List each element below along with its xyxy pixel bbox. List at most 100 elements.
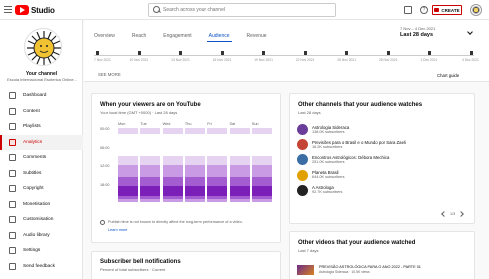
playlists-icon: [9, 123, 16, 131]
tab-revenue[interactable]: Revenue: [247, 33, 267, 39]
heatmap-cell[interactable]: [229, 198, 250, 202]
channel-avatar-icon[interactable]: [297, 184, 308, 196]
heatmap-cell[interactable]: [251, 198, 272, 202]
channel-avatar-icon[interactable]: [297, 154, 308, 166]
timeline-marker[interactable]: [386, 51, 390, 55]
tab-engagement[interactable]: Engagement: [163, 33, 191, 39]
timeline-label: 1 Dec 2021: [420, 58, 438, 62]
chevron-right-icon[interactable]: [458, 211, 465, 217]
sidebar-item-label: Send feedback: [23, 263, 56, 269]
heatmap-day-labels: Mon Tue Wed Thu Fri Sat Sun: [118, 122, 274, 126]
help-icon[interactable]: ?: [420, 6, 428, 14]
timeline-label: 7 Nov 2021: [94, 58, 111, 62]
timeline-marker[interactable]: [470, 51, 473, 55]
timeline-marker[interactable]: [345, 51, 349, 55]
dashboard-icon: [9, 92, 16, 100]
chart-guide-link[interactable]: Chart guide: [437, 73, 459, 78]
sidebar-item-dashboard[interactable]: Dashboard: [0, 88, 83, 104]
heatmap-hour-label: 18:00: [100, 182, 110, 187]
chevron-down-icon[interactable]: [467, 29, 473, 35]
heatmap-day-label: Tue: [140, 122, 147, 126]
publish-note: Publish time is not known to directly af…: [100, 220, 274, 225]
sidebar-item-settings[interactable]: Settings: [0, 243, 83, 259]
heatmap-cell[interactable]: [140, 198, 161, 202]
video-item[interactable]: PREVISÃO ASTROLÓGICA PARA O ANO 2022 - P…: [297, 265, 421, 275]
video-title[interactable]: PREVISÃO ASTROLÓGICA PARA O ANO 2022 - P…: [319, 265, 421, 269]
channel-avatar[interactable]: [24, 28, 62, 66]
timeline-marker[interactable]: [428, 51, 432, 55]
other-channels-list: Astrologia Sideraca 138.0K subscribers Pre…: [297, 122, 469, 198]
channels-pager: 1/3: [438, 211, 467, 217]
comments-icon: [9, 154, 16, 162]
sidebar-item-monetisation[interactable]: Monetisation: [0, 197, 83, 213]
tab-reach[interactable]: Reach: [132, 33, 146, 39]
heatmap-cell[interactable]: [162, 198, 183, 202]
heatmap-column: [207, 128, 228, 202]
sidebar-item-comments[interactable]: Comments: [0, 150, 83, 166]
see-more-link[interactable]: SEE MORE: [98, 72, 121, 77]
sidebar: Your channel Escola Internacional Esoter…: [0, 20, 83, 279]
heatmap-hour-label: 12:00: [100, 164, 110, 168]
create-label: CREATE: [441, 7, 460, 13]
timeline-marker[interactable]: [179, 51, 183, 55]
channel-avatar-icon[interactable]: [297, 139, 308, 151]
copyright-icon: [9, 185, 16, 193]
timeline-marker[interactable]: [262, 51, 266, 55]
sidebar-item-subtitles[interactable]: Subtitles: [0, 166, 83, 182]
heatmap-cell[interactable]: [118, 198, 138, 202]
menu-icon[interactable]: [4, 6, 12, 13]
sidebar-item-label: Content: [23, 108, 40, 114]
chevron-left-icon[interactable]: [441, 211, 447, 217]
sidebar-item-label: Copyright: [23, 186, 44, 192]
timeline-label: 16 Nov 2021: [212, 58, 232, 62]
messages-icon[interactable]: [404, 6, 412, 14]
settings-icon: [9, 247, 16, 255]
sidebar-item-playlists[interactable]: Playlists: [0, 119, 83, 135]
sidebar-item-audio-library[interactable]: Audio library: [0, 228, 83, 244]
channel-list-item[interactable]: A Astrologa 92.7K subscribers: [297, 183, 469, 198]
timeline-marker[interactable]: [220, 51, 224, 55]
date-range-label: Last 28 days: [400, 32, 434, 38]
sidebar-nav: Dashboard Content Playlists Analytics Commen…: [0, 88, 83, 274]
search-input[interactable]: [163, 7, 323, 13]
subtitles-icon: [9, 169, 16, 177]
sidebar-item-copyright[interactable]: Copyright: [0, 181, 83, 197]
when-viewers-subtitle: Your local time (GMT +0000) · Last 28 da…: [100, 110, 178, 115]
video-thumbnail[interactable]: [297, 265, 314, 275]
video-camera-icon: [434, 8, 440, 12]
sidebar-item-customisation[interactable]: Customisation: [0, 212, 83, 228]
channel-list-item[interactable]: Planeta Brasil 644.0K subscribers: [297, 168, 469, 183]
tab-audience[interactable]: Audience: [206, 33, 232, 42]
heatmap-hour-label: 00:00: [100, 127, 110, 131]
timeline-marker[interactable]: [96, 51, 99, 55]
heatmap-cell[interactable]: [184, 198, 205, 202]
search-bar[interactable]: [148, 3, 336, 17]
channel-list-item[interactable]: Encontros Astrológicos: Débora Mechica 25…: [297, 152, 469, 167]
learn-more-link[interactable]: Learn more: [108, 228, 127, 232]
create-button[interactable]: CREATE: [432, 5, 462, 15]
sidebar-item-content[interactable]: Content: [0, 104, 83, 120]
timeline-label: 25 Nov 2021: [337, 58, 357, 62]
channel-avatar-icon[interactable]: [297, 169, 308, 181]
channel-avatar-icon[interactable]: [297, 124, 308, 136]
heatmap-grid: [118, 128, 274, 202]
account-avatar[interactable]: [470, 4, 482, 16]
heatmap-hour-label: 06:00: [100, 145, 110, 150]
analytics-tabs: Overview Reach Engagement Audience Revenue: [94, 33, 284, 42]
timeline-marker[interactable]: [303, 51, 307, 55]
date-range-picker[interactable]: 7 Nov – 4 Dec 2021 Last 28 days: [400, 26, 435, 38]
sidebar-item-send-feedback[interactable]: Send feedback: [0, 259, 83, 275]
studio-logo[interactable]: Studio: [15, 5, 55, 15]
heatmap-cell[interactable]: [207, 198, 228, 202]
heatmap-day-label: Thu: [184, 122, 192, 126]
tab-overview[interactable]: Overview: [94, 33, 115, 39]
channel-list-item[interactable]: Astrologia Sideraca 138.0K subscribers: [297, 122, 469, 137]
youtube-logo-icon: [15, 5, 29, 15]
channel-item-name[interactable]: Astrologia Sideraca: [312, 125, 349, 130]
sidebar-item-label: Customisation: [23, 217, 54, 223]
timeline-label: 22 Nov 2021: [295, 58, 315, 62]
when-viewers-title: When your viewers are on YouTube: [100, 102, 201, 108]
timeline-marker[interactable]: [137, 51, 141, 55]
channel-list-item[interactable]: Previsões para o Brasil e o Mundo por Sa…: [297, 137, 469, 152]
sidebar-item-analytics[interactable]: Analytics: [0, 134, 83, 150]
